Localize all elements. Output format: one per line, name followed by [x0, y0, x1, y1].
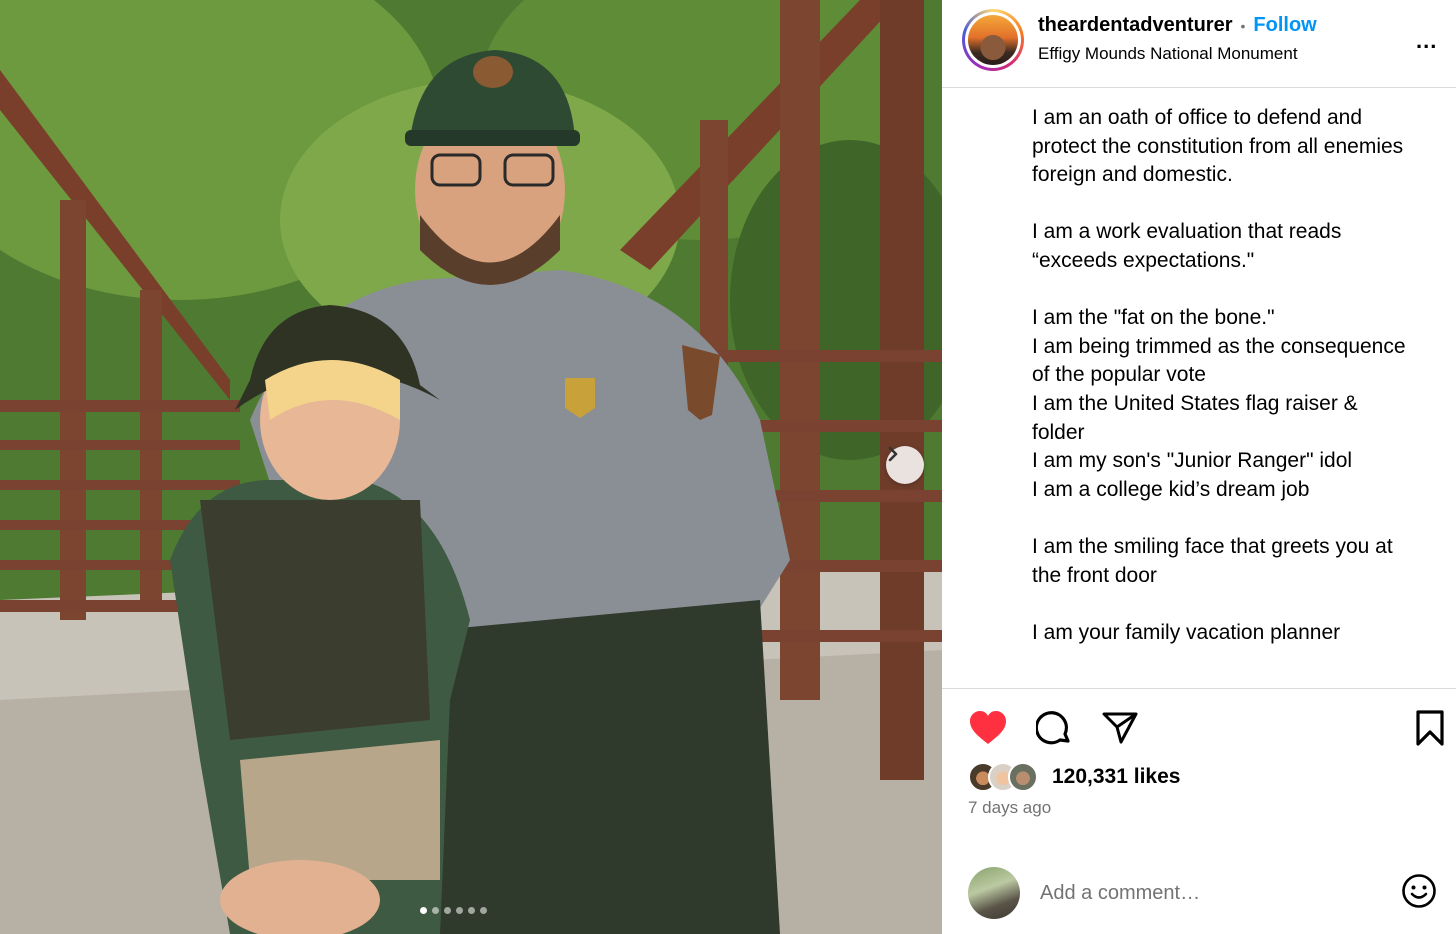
caption-line: protect the constitution from all enemie… [1032, 134, 1404, 158]
save-button[interactable] [1412, 709, 1448, 751]
post-timestamp[interactable]: 7 days ago [968, 798, 1051, 818]
author-row: theardentadventurer • Follow [1038, 14, 1317, 37]
caption-paragraph: I am the smiling face that greets you at… [1032, 533, 1456, 590]
likes-summary[interactable]: 120,331 likes [968, 762, 1180, 792]
send-icon [1102, 711, 1138, 750]
author-avatar[interactable] [962, 9, 1024, 71]
caption-line: I am the "fat on the bone." [1032, 306, 1275, 330]
post-photo [0, 0, 942, 934]
carousel-dot [480, 907, 487, 914]
author-username[interactable]: theardentadventurer [1038, 14, 1233, 37]
caption-line: I am the United States flag raiser & [1032, 391, 1358, 415]
caption-line: “exceeds expectations." [1032, 248, 1255, 272]
more-options-button[interactable]: ... [1416, 28, 1437, 54]
caption-line: I am a college kid’s dream job [1032, 477, 1310, 501]
carousel-dot [468, 907, 475, 914]
caption-line: I am an oath of office to defend and [1032, 106, 1363, 129]
comment-composer [968, 866, 1438, 920]
caption-line: the front door [1032, 563, 1157, 587]
separator-dot: • [1240, 17, 1246, 34]
share-button[interactable] [1100, 710, 1140, 750]
post-caption: I am an oath of office to defend and prot… [1032, 104, 1456, 684]
caption-paragraph: I am a work evaluation that reads “exceed… [1032, 218, 1456, 275]
more-options-icon: ... [1416, 28, 1438, 53]
caption-line: of the popular vote [1032, 363, 1206, 387]
comment-input[interactable] [1040, 881, 1380, 905]
post-details-panel: theardentadventurer • Follow Effigy Moun… [942, 0, 1456, 934]
caption-line: folder [1032, 420, 1085, 444]
comment-button[interactable] [1034, 710, 1074, 750]
emoji-picker-button[interactable] [1400, 873, 1438, 914]
post-location[interactable]: Effigy Mounds National Monument [1038, 44, 1298, 64]
carousel-dot [432, 907, 439, 914]
follow-button[interactable]: Follow [1253, 14, 1316, 37]
caption-paragraph: I am an oath of office to defend and prot… [1032, 104, 1456, 190]
liker-avatars [968, 762, 1038, 792]
like-button[interactable] [968, 710, 1008, 750]
caption-line: I am a work evaluation that reads [1032, 220, 1342, 244]
post-actions [968, 710, 1140, 750]
carousel-dot [444, 907, 451, 914]
carousel-dot [456, 907, 463, 914]
post-header: theardentadventurer • Follow Effigy Moun… [942, 0, 1456, 88]
caption-line: I am the smiling face that greets you at [1032, 534, 1393, 558]
avatar [1008, 762, 1038, 792]
carousel-dot [420, 907, 427, 914]
comment-icon [1034, 710, 1072, 751]
caption-line: foreign and domestic. [1032, 163, 1233, 187]
divider [942, 688, 1456, 689]
caption-paragraph: I am the "fat on the bone." I am being tr… [1032, 304, 1456, 504]
heart-filled-icon [968, 710, 1008, 751]
current-user-avatar[interactable] [968, 867, 1020, 919]
caption-line: I am your family vacation planner [1032, 620, 1341, 644]
caption-line: I am being trimmed as the consequence [1032, 334, 1406, 358]
bookmark-icon [1415, 709, 1445, 751]
smiley-icon [1401, 873, 1437, 914]
caption-line: I am my son's "Junior Ranger" idol [1032, 449, 1353, 473]
carousel-indicator [420, 907, 487, 914]
caption-paragraph: I am your family vacation planner [1032, 619, 1456, 648]
likes-count[interactable]: 120,331 likes [1052, 765, 1180, 789]
next-photo-button[interactable] [886, 446, 924, 484]
post-media[interactable] [0, 0, 942, 934]
